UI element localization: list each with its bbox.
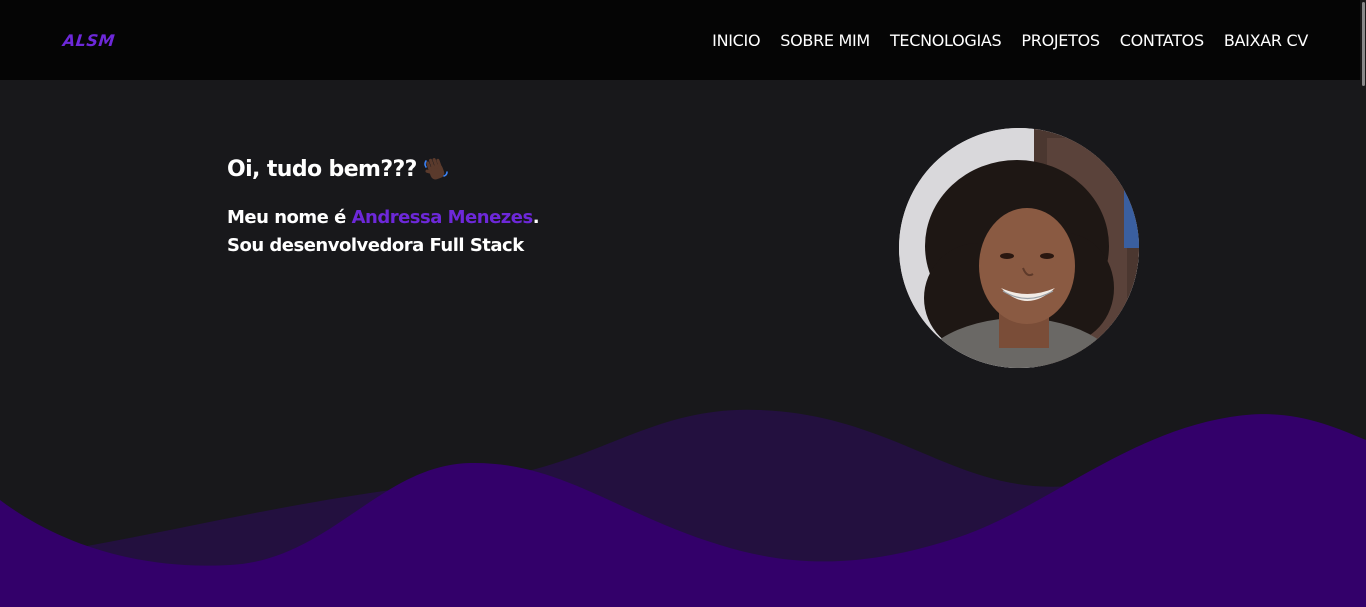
main-nav: INICIO SOBRE MIM TECNOLOGIAS PROJETOS CO… <box>712 31 1308 50</box>
nav-link-projetos[interactable]: PROJETOS <box>1021 31 1100 50</box>
intro-suffix: . <box>532 207 540 228</box>
logo-link[interactable]: ALSM <box>62 31 116 50</box>
decorative-waves <box>0 409 1366 607</box>
scrollbar-thumb[interactable] <box>1362 2 1365 86</box>
intro-prefix: Meu nome é <box>227 207 352 228</box>
avatar <box>899 128 1139 368</box>
waving-hand-icon <box>423 156 449 182</box>
nav-link-baixar-cv[interactable]: BAIXAR CV <box>1224 31 1308 50</box>
nav-link-contatos[interactable]: CONTATOS <box>1120 31 1204 50</box>
intro-role: Sou desenvolvedora Full Stack <box>227 235 524 256</box>
intro-text: Meu nome é Andressa Menezes. Sou desenvo… <box>227 204 540 260</box>
greeting-text: Oi, tudo bem??? <box>227 156 417 182</box>
header: ALSM INICIO SOBRE MIM TECNOLOGIAS PROJET… <box>0 0 1360 80</box>
page: ALSM INICIO SOBRE MIM TECNOLOGIAS PROJET… <box>0 0 1366 607</box>
hero-text: Oi, tudo bem??? Meu nome é Andressa Mene… <box>227 156 540 260</box>
nav-link-inicio[interactable]: INICIO <box>712 31 760 50</box>
greeting-heading: Oi, tudo bem??? <box>227 156 539 182</box>
profile-photo <box>899 128 1139 368</box>
nav-link-sobre-mim[interactable]: SOBRE MIM <box>780 31 870 50</box>
nav-link-tecnologias[interactable]: TECNOLOGIAS <box>890 31 1002 50</box>
intro-name: Andressa Menezes <box>351 207 534 228</box>
